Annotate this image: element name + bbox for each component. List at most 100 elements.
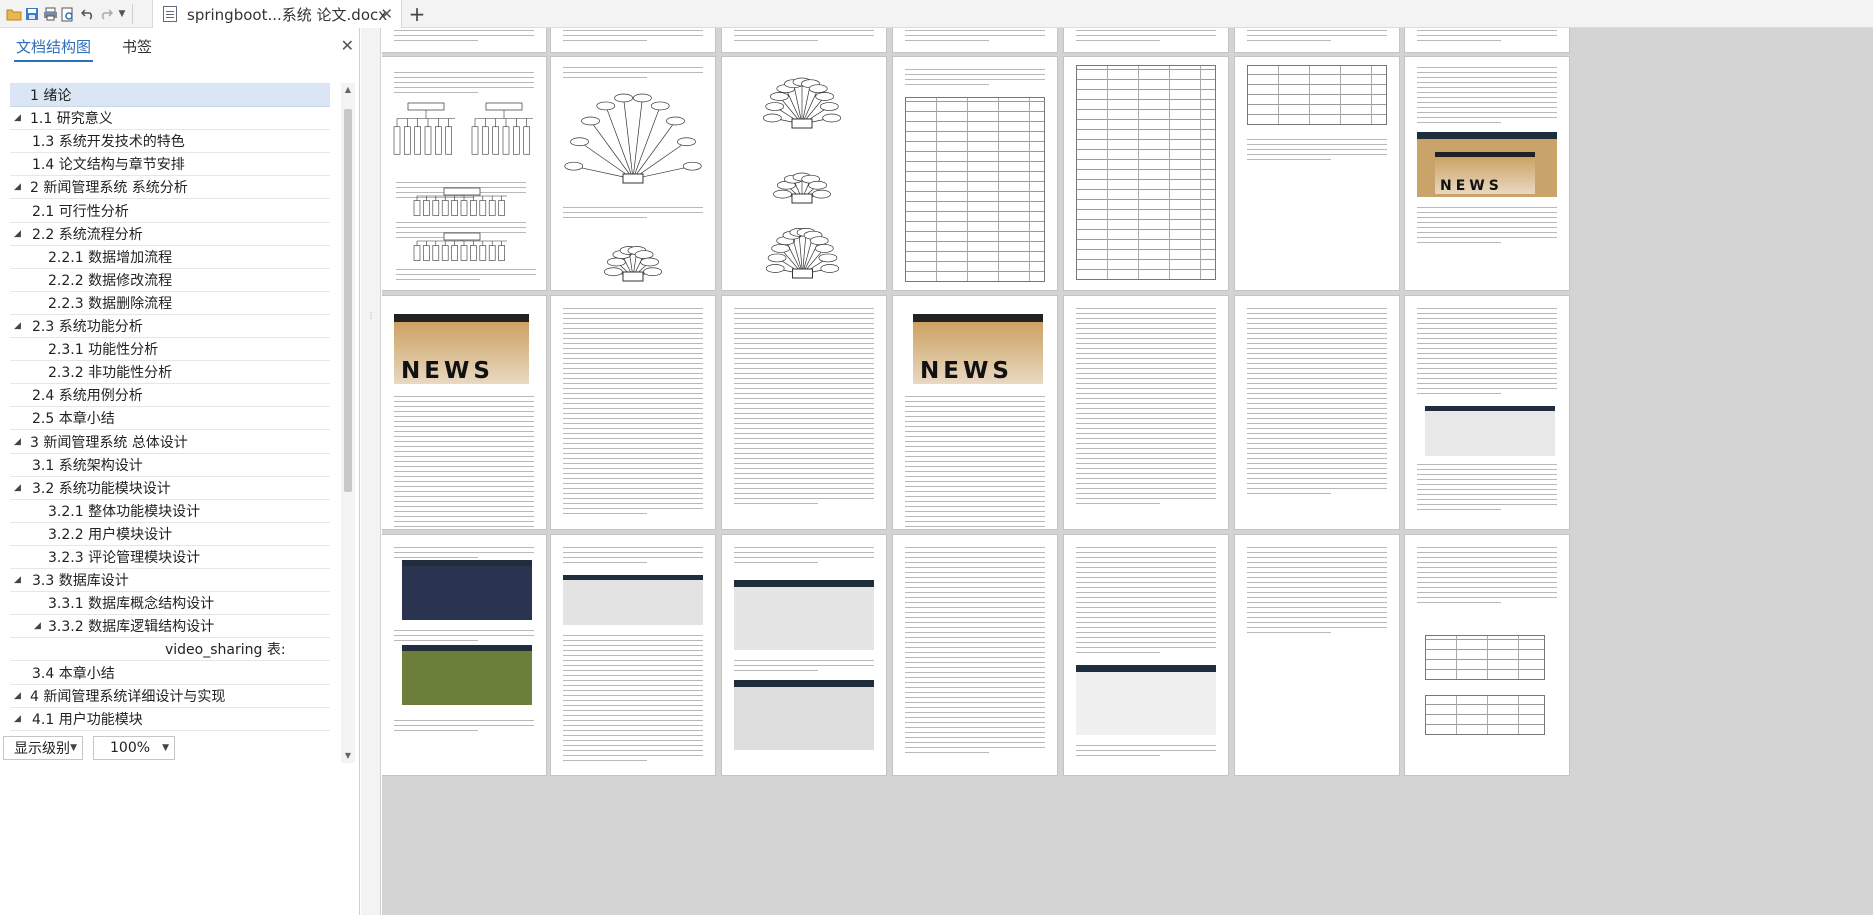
text-line (1247, 582, 1387, 583)
page-thumbnail[interactable]: NEWS (382, 296, 546, 529)
scroll-up-icon[interactable]: ▲ (341, 83, 355, 97)
text-line (1247, 627, 1387, 628)
page-thumbnail[interactable] (893, 535, 1057, 775)
outline-item[interactable]: 3.2.1 整体功能模块设计 (10, 500, 330, 523)
page-thumbnail[interactable] (722, 28, 886, 52)
page-thumbnail[interactable] (722, 296, 886, 529)
outline-item[interactable]: 1 绪论 (10, 84, 330, 107)
outline-item[interactable]: 2.2.3 数据删除流程 (10, 292, 330, 315)
outline-item[interactable]: 2.3.2 非功能性分析 (10, 361, 330, 385)
text-line (1076, 393, 1216, 394)
page-thumbnail[interactable] (1064, 57, 1228, 290)
expand-triangle-icon[interactable]: ◢ (14, 182, 21, 192)
outline-item-label: 3.2.2 用户模块设计 (48, 526, 173, 543)
display-level-select[interactable]: 显示级别 ▼ (3, 736, 83, 760)
expand-triangle-icon[interactable]: ◢ (14, 483, 21, 493)
tab-document-map[interactable]: 文档结构图 (13, 33, 94, 62)
page-thumbnail[interactable] (1235, 28, 1399, 52)
outline-item[interactable]: ◢ 2.2 系统流程分析 (10, 223, 330, 246)
outline-item[interactable]: 3.4 本章小结 (10, 662, 330, 685)
expand-triangle-icon[interactable]: ◢ (14, 437, 21, 447)
text-line (563, 468, 703, 469)
page-thumbnail[interactable]: NEWS (1405, 57, 1569, 290)
page-thumbnail[interactable] (1405, 296, 1569, 529)
outline-item[interactable]: 2.2.2 数据修改流程 (10, 269, 330, 292)
outline-item[interactable]: 1.3 系统开发技术的特色 (10, 130, 330, 154)
page-thumbnail[interactable] (551, 57, 715, 290)
scrollbar-thumb[interactable] (344, 109, 352, 492)
print-preview-icon[interactable] (58, 3, 78, 25)
zoom-value: 100% (110, 740, 151, 756)
expand-triangle-icon[interactable]: ◢ (14, 321, 21, 331)
page-thumbnail[interactable] (1405, 28, 1569, 52)
close-icon[interactable]: ✕ (341, 36, 354, 55)
outline-item[interactable]: 2.1 可行性分析 (10, 200, 330, 223)
page-thumbnail[interactable] (551, 535, 715, 775)
tab-bookmarks[interactable]: 书签 (122, 33, 152, 59)
page-thumbnail[interactable] (551, 28, 715, 52)
print-icon[interactable] (40, 3, 60, 25)
text-line (905, 702, 1045, 703)
page-thumbnail[interactable] (1235, 535, 1399, 775)
outline-item[interactable]: video_sharing 表: (10, 638, 330, 662)
text-line (396, 279, 480, 280)
text-line (1247, 572, 1387, 573)
page-thumbnail[interactable] (1405, 535, 1569, 775)
text-line (563, 428, 703, 429)
page-thumbnail[interactable] (1064, 296, 1228, 529)
outline-item[interactable]: ◢ 3.3.2 数据库逻辑结构设计 (10, 615, 330, 639)
page-thumbnail[interactable] (1235, 296, 1399, 529)
outline-item[interactable]: ◢ 4.1 用户功能模块 (10, 708, 330, 731)
undo-icon[interactable] (78, 3, 98, 25)
outline-item[interactable]: ◢ 3.3 数据库设计 (10, 569, 330, 593)
page-thumbnail[interactable] (722, 57, 886, 290)
outline-scrollbar[interactable]: ▲ ▼ (341, 83, 355, 763)
text-line (396, 222, 526, 223)
outline-item[interactable]: ◢ 3.2 系统功能模块设计 (10, 477, 330, 500)
panel-splitter[interactable]: ⋮ (361, 28, 381, 915)
outline-item-label: 3.2 系统功能模块设计 (32, 480, 171, 497)
outline-item[interactable]: 1.4 论文结构与章节安排 (10, 153, 330, 177)
page-thumbnail[interactable] (382, 28, 546, 52)
outline-item[interactable]: ◢ 2.3 系统功能分析 (10, 315, 330, 338)
outline-item[interactable]: 3.1 系统架构设计 (10, 454, 330, 477)
outline-item[interactable]: 3.3.1 数据库概念结构设计 (10, 592, 330, 616)
expand-triangle-icon[interactable]: ◢ (14, 714, 21, 724)
page-thumbnail[interactable] (382, 57, 546, 290)
outline-item[interactable]: 2.3.1 功能性分析 (10, 338, 330, 362)
outline-item[interactable]: ◢ 1.1 研究意义 (10, 107, 330, 131)
text-line (1417, 222, 1557, 223)
page-thumbnail[interactable] (382, 535, 546, 775)
expand-triangle-icon[interactable]: ◢ (14, 691, 21, 701)
outline-item[interactable]: ◢ 3 新闻管理系统 总体设计 (10, 431, 330, 454)
outline-item[interactable]: 3.2.3 评论管理模块设计 (10, 546, 330, 569)
outline-item[interactable]: 2.4 系统用例分析 (10, 384, 330, 408)
text-line (394, 35, 534, 36)
new-tab-button[interactable]: + (405, 2, 429, 26)
close-icon[interactable]: ✕ (380, 5, 393, 23)
zoom-select[interactable]: 100% ▼ (93, 736, 175, 760)
page-thumbnail[interactable] (1235, 57, 1399, 290)
page-thumbnail[interactable] (551, 296, 715, 529)
expand-triangle-icon[interactable]: ◢ (34, 621, 41, 631)
page-thumbnail[interactable]: NEWS (893, 296, 1057, 529)
document-thumbnail-canvas[interactable]: NEWS NEWS NEWS (382, 28, 1873, 915)
page-thumbnail[interactable] (893, 28, 1057, 52)
save-icon[interactable] (22, 3, 42, 25)
page-thumbnail[interactable] (722, 535, 886, 775)
outline-item[interactable]: ◢ 4 新闻管理系统详细设计与实现 (10, 685, 330, 708)
outline-item[interactable]: 2.2.1 数据增加流程 (10, 246, 330, 269)
open-folder-icon[interactable] (4, 3, 24, 25)
outline-item[interactable]: 2.5 本章小结 (10, 407, 330, 431)
text-line (1076, 587, 1216, 588)
outline-item[interactable]: 3.2.2 用户模块设计 (10, 523, 330, 546)
document-tab[interactable]: springboot...系统 论文.docx ✕ (152, 0, 402, 28)
outline-item[interactable]: ◢ 2 新闻管理系统 系统分析 (10, 176, 330, 200)
page-thumbnail[interactable] (1064, 535, 1228, 775)
page-thumbnail[interactable] (893, 57, 1057, 290)
expand-triangle-icon[interactable]: ◢ (14, 113, 21, 123)
dropdown-icon[interactable]: ▼ (112, 3, 132, 25)
expand-triangle-icon[interactable]: ◢ (14, 575, 21, 585)
expand-triangle-icon[interactable]: ◢ (14, 229, 21, 239)
page-thumbnail[interactable] (1064, 28, 1228, 52)
